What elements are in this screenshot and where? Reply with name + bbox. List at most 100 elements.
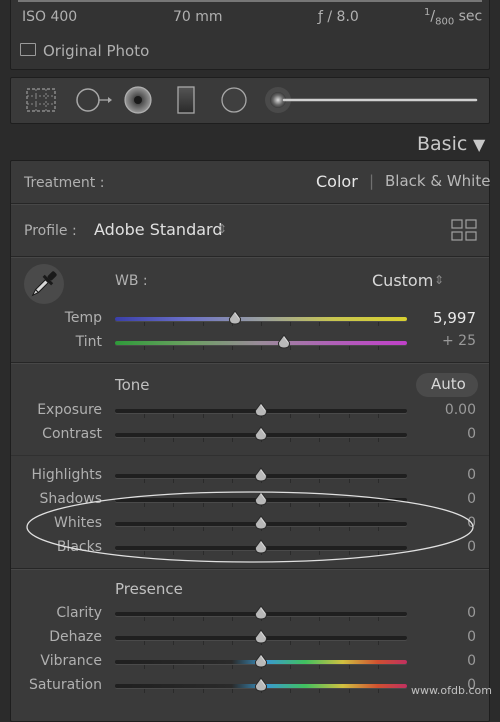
- slider-tick: [144, 479, 146, 483]
- original-photo-checkbox[interactable]: [20, 43, 36, 56]
- slider-tick: [319, 665, 321, 669]
- slider-tick: [173, 414, 175, 418]
- shutter-denominator: 800: [435, 16, 455, 28]
- temp-slider-thumb[interactable]: [228, 310, 242, 325]
- vibrance-label: Vibrance: [40, 653, 102, 669]
- treatment-bw-option[interactable]: Black & White: [385, 172, 490, 190]
- original-photo-label[interactable]: Original Photo: [43, 42, 149, 60]
- collapse-triangle-icon[interactable]: ▼: [473, 135, 485, 154]
- slider-tick: [231, 414, 233, 418]
- slider-tick: [290, 617, 292, 621]
- slider-tick: [202, 617, 204, 621]
- profile-dropdown-arrows-icon[interactable]: ⇕: [217, 222, 227, 236]
- tone-auto-label: Auto: [431, 375, 466, 393]
- slider-tick: [348, 322, 350, 326]
- contrast-label: Contrast: [42, 426, 102, 442]
- slider-tick: [231, 346, 233, 350]
- slider-tick: [202, 665, 204, 669]
- saturation-label: Saturation: [29, 677, 102, 693]
- slider-tick: [202, 322, 204, 326]
- slider-tick: [319, 689, 321, 693]
- treatment-color-option[interactable]: Color: [316, 172, 358, 191]
- tint-slider-track[interactable]: [115, 341, 407, 350]
- wb-dropdown[interactable]: Custom: [372, 271, 433, 290]
- highlights-value[interactable]: 0: [467, 467, 476, 483]
- slider-tick: [173, 689, 175, 693]
- slider-tick: [319, 346, 321, 350]
- focal-length-readout: 70 mm: [173, 9, 223, 25]
- vibrance-slider-thumb[interactable]: [254, 653, 268, 668]
- slider-tick: [290, 322, 292, 326]
- divider-highlight: [11, 257, 489, 258]
- shutter-unit: sec: [458, 8, 483, 25]
- contrast-value[interactable]: 0: [467, 426, 476, 442]
- graduated-filter-icon[interactable]: [175, 85, 197, 115]
- slider-tick: [144, 641, 146, 645]
- slider-tick: [173, 346, 175, 350]
- contrast-slider-thumb[interactable]: [254, 426, 268, 441]
- exposure-value[interactable]: 0.00: [445, 402, 476, 418]
- adjustment-brush-icon[interactable]: [262, 84, 482, 116]
- presence-section-label: Presence: [115, 580, 183, 598]
- slider-tick: [319, 322, 321, 326]
- divider-highlight: [11, 204, 489, 205]
- temp-value[interactable]: 5,997: [433, 309, 476, 327]
- tone-subdivider: [11, 455, 489, 456]
- wb-dropdown-arrows-icon[interactable]: ⇕: [434, 273, 444, 287]
- profile-dropdown[interactable]: Adobe Standard: [94, 220, 222, 239]
- tint-label: Tint: [75, 334, 102, 350]
- tone-auto-button[interactable]: Auto: [416, 373, 478, 397]
- slider-tick: [377, 665, 379, 669]
- clarity-label: Clarity: [56, 605, 102, 621]
- temp-gradient: [115, 317, 407, 321]
- dehaze-slider-thumb[interactable]: [254, 629, 268, 644]
- slider-tick: [202, 346, 204, 350]
- temp-label: Temp: [64, 310, 102, 326]
- clarity-value[interactable]: 0: [467, 605, 476, 621]
- watermark: www.ofdb.com: [410, 684, 492, 697]
- whites-blacks-highlight-ellipse: [26, 491, 474, 563]
- slider-tick: [173, 641, 175, 645]
- slider-tick: [144, 617, 146, 621]
- slider-tick: [290, 438, 292, 442]
- tone-section-label: Tone: [115, 376, 150, 394]
- crop-overlay-icon[interactable]: [24, 86, 58, 114]
- temp-slider-track[interactable]: [115, 317, 407, 326]
- slider-tick: [319, 641, 321, 645]
- slider-tick: [348, 479, 350, 483]
- slider-tick: [144, 346, 146, 350]
- slider-tick: [348, 414, 350, 418]
- slider-tick: [144, 689, 146, 693]
- slider-tick: [202, 641, 204, 645]
- slider-tick: [319, 479, 321, 483]
- highlights-label: Highlights: [31, 467, 103, 483]
- slider-tick: [261, 322, 262, 326]
- slider-tick: [377, 689, 379, 693]
- tint-slider-thumb[interactable]: [277, 334, 291, 349]
- radial-filter-icon[interactable]: [219, 86, 249, 114]
- clarity-slider-thumb[interactable]: [254, 605, 268, 620]
- dehaze-value[interactable]: 0: [467, 629, 476, 645]
- vibrance-value[interactable]: 0: [467, 653, 476, 669]
- red-eye-icon[interactable]: [123, 85, 153, 115]
- wb-eyedropper-icon[interactable]: [22, 262, 66, 306]
- profile-browser-grid-icon[interactable]: [451, 219, 477, 241]
- exposure-label: Exposure: [37, 402, 102, 418]
- tint-value[interactable]: + 25: [442, 333, 476, 349]
- slider-tick: [231, 438, 233, 442]
- saturation-slider-thumb[interactable]: [254, 677, 268, 692]
- slider-tick: [377, 346, 379, 350]
- slider-tick: [348, 689, 350, 693]
- panel-title[interactable]: Basic: [417, 133, 467, 155]
- exposure-slider-thumb[interactable]: [254, 402, 268, 417]
- divider-highlight: [11, 363, 489, 364]
- slider-tick: [173, 617, 175, 621]
- slider-tick: [377, 438, 379, 442]
- slider-tick: [348, 438, 350, 442]
- slider-tick: [231, 641, 233, 645]
- highlights-slider-thumb[interactable]: [254, 467, 268, 482]
- slider-tick: [377, 617, 379, 621]
- slider-tick: [348, 641, 350, 645]
- spot-removal-icon[interactable]: [74, 86, 114, 114]
- slider-tick: [377, 479, 379, 483]
